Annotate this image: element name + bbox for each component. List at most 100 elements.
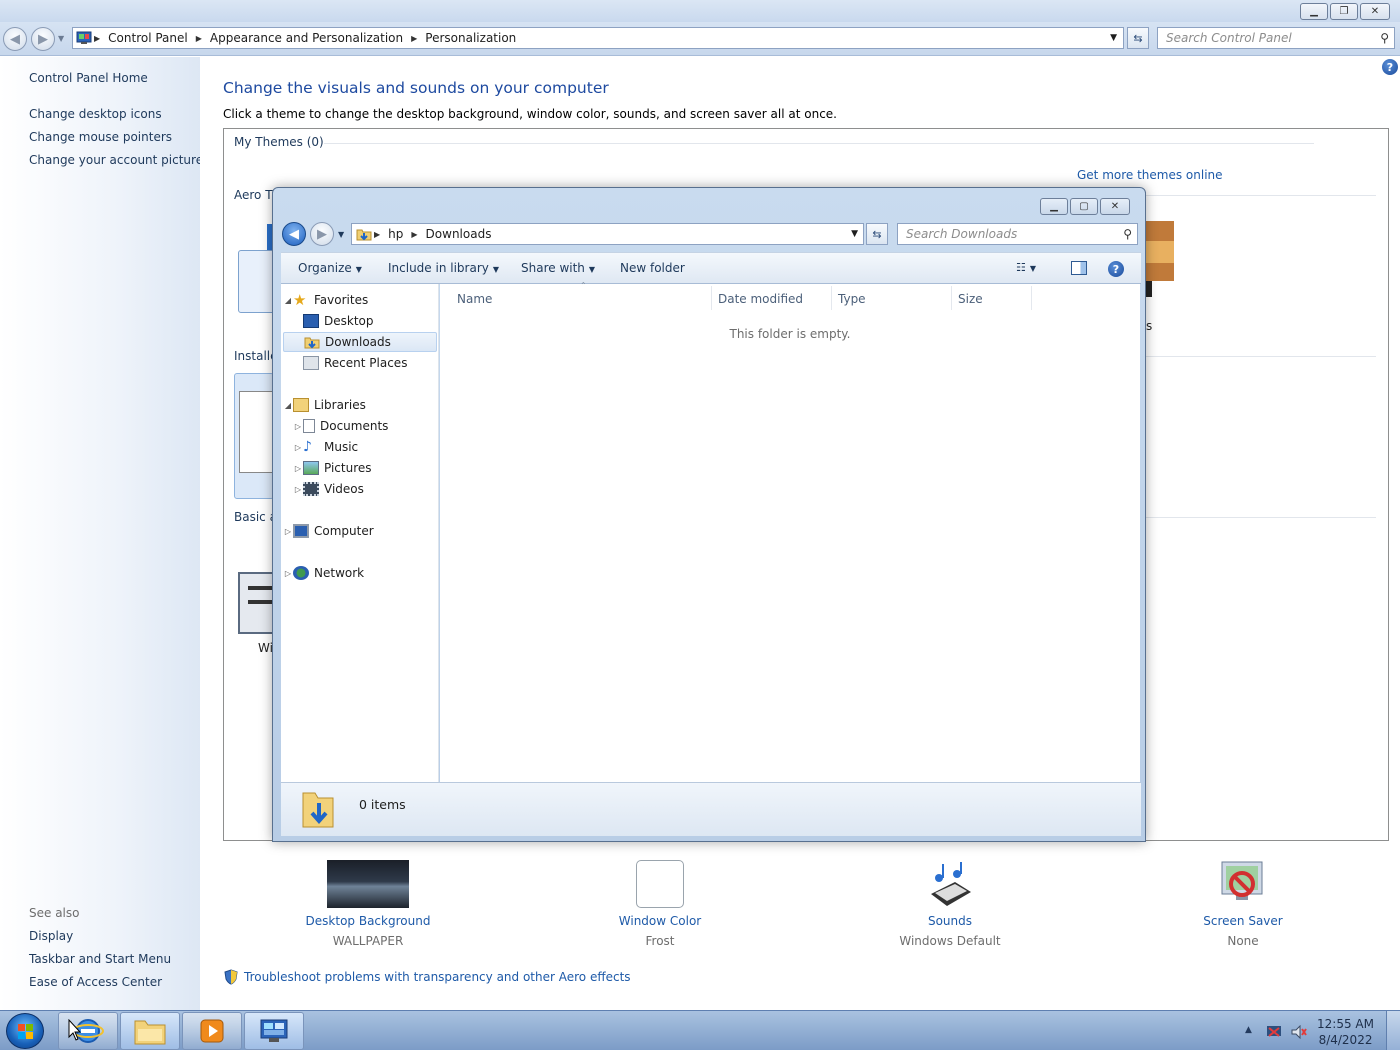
preview-pane-icon[interactable] bbox=[1071, 261, 1087, 275]
nav-libraries[interactable]: ◢ Libraries bbox=[283, 395, 366, 415]
nav-music[interactable]: ▷ ♪ Music bbox=[293, 437, 358, 457]
new-folder-button[interactable]: New folder bbox=[620, 261, 685, 275]
expand-arrow-icon[interactable]: ▷ bbox=[293, 485, 303, 494]
change-view-button[interactable]: ☷ ▼ bbox=[1016, 261, 1036, 274]
ease-of-access-link[interactable]: Ease of Access Center bbox=[29, 975, 162, 989]
view-list-icon: ☷ bbox=[1016, 261, 1026, 274]
expand-arrow-icon[interactable]: ▷ bbox=[283, 527, 293, 536]
refresh-button[interactable]: ⇆ bbox=[1127, 27, 1149, 49]
column-size[interactable]: Size bbox=[958, 292, 983, 306]
network-status-icon[interactable] bbox=[1266, 1025, 1282, 1042]
expand-arrow-icon[interactable]: ▷ bbox=[283, 569, 293, 578]
group-divider bbox=[1146, 356, 1376, 357]
nav-computer[interactable]: ▷ Computer bbox=[283, 521, 374, 541]
volume-muted-icon[interactable] bbox=[1291, 1024, 1307, 1042]
explorer-help-icon[interactable]: ? bbox=[1108, 261, 1124, 277]
libraries-icon bbox=[293, 398, 309, 412]
column-divider[interactable] bbox=[1031, 286, 1032, 310]
file-list[interactable]: ⌃ Name Date modified Type Size This fold… bbox=[440, 281, 1140, 782]
taskbar-media-player[interactable] bbox=[182, 1012, 242, 1050]
forward-button[interactable]: ▶ bbox=[31, 27, 55, 51]
change-mouse-pointers-link[interactable]: Change mouse pointers bbox=[29, 130, 172, 144]
nav-favorites[interactable]: ◢ ★ Favorites bbox=[283, 290, 368, 310]
sounds-icon bbox=[931, 862, 971, 906]
show-desktop-button[interactable] bbox=[1386, 1011, 1400, 1050]
restore-button[interactable]: ❐ bbox=[1330, 3, 1358, 20]
explorer-address-bar[interactable]: ▶ hp ▶ Downloads ▼ bbox=[351, 223, 864, 245]
close-button[interactable]: ✕ bbox=[1360, 3, 1390, 20]
display-link[interactable]: Display bbox=[29, 929, 73, 943]
expand-arrow-icon[interactable]: ▷ bbox=[293, 464, 303, 473]
column-name[interactable]: Name bbox=[457, 292, 492, 306]
start-button[interactable] bbox=[6, 1013, 44, 1049]
expand-arrow-icon[interactable]: ▷ bbox=[293, 443, 303, 452]
desktop-background-setting[interactable]: Desktop Background WALLPAPER bbox=[283, 860, 453, 948]
clock[interactable]: 12:55 AM 8/4/2022 bbox=[1317, 1016, 1374, 1048]
explorer-maximize-button[interactable]: ▢ bbox=[1070, 198, 1098, 215]
column-divider[interactable] bbox=[831, 286, 832, 310]
window-color-setting[interactable]: Window Color Frost bbox=[575, 860, 745, 948]
search-control-panel-input[interactable]: Search Control Panel ⚲ bbox=[1157, 27, 1395, 49]
search-icon[interactable]: ⚲ bbox=[1123, 227, 1132, 241]
column-date-modified[interactable]: Date modified bbox=[718, 292, 803, 306]
sounds-label[interactable]: Sounds bbox=[865, 914, 1035, 928]
taskbar-windows-explorer[interactable] bbox=[120, 1012, 180, 1050]
control-panel-home-link[interactable]: Control Panel Home bbox=[29, 71, 148, 85]
column-type[interactable]: Type bbox=[838, 292, 866, 306]
empty-folder-message: This folder is empty. bbox=[729, 327, 851, 341]
recent-locations-dropdown-icon[interactable]: ▼ bbox=[338, 230, 344, 239]
breadcrumb-downloads[interactable]: Downloads bbox=[420, 227, 498, 241]
explorer-window[interactable]: ▁ ▢ ✕ ◀ ▶ ▼ ▶ hp ▶ Downloads ▼ ⇆ Search … bbox=[272, 187, 1146, 842]
breadcrumb-control-panel[interactable]: Control Panel bbox=[102, 31, 194, 45]
minimize-button[interactable]: ▁ bbox=[1300, 3, 1328, 20]
taskbar-start-menu-link[interactable]: Taskbar and Start Menu bbox=[29, 952, 171, 966]
search-downloads-input[interactable]: Search Downloads ⚲ bbox=[897, 223, 1138, 245]
address-bar[interactable]: ▶ Control Panel ▶ Appearance and Persona… bbox=[72, 27, 1124, 49]
share-with-button[interactable]: Share with ▼ bbox=[521, 261, 595, 275]
screen-saver-label[interactable]: Screen Saver bbox=[1158, 914, 1328, 928]
window-color-label[interactable]: Window Color bbox=[575, 914, 745, 928]
search-icon[interactable]: ⚲ bbox=[1380, 31, 1389, 45]
explorer-refresh-button[interactable]: ⇆ bbox=[866, 223, 888, 245]
nav-favorites-label: Favorites bbox=[314, 293, 369, 307]
nav-recent-places[interactable]: Recent Places bbox=[293, 353, 407, 373]
window-color-value: Frost bbox=[645, 934, 675, 948]
expand-arrow-icon[interactable]: ▷ bbox=[293, 422, 303, 431]
organize-button[interactable]: Organize ▼ bbox=[298, 261, 362, 275]
breadcrumb-personalization[interactable]: Personalization bbox=[419, 31, 522, 45]
address-dropdown-icon[interactable]: ▼ bbox=[1110, 33, 1117, 43]
show-hidden-icons-icon[interactable]: ▲ bbox=[1245, 1025, 1252, 1035]
nav-downloads[interactable]: Downloads bbox=[283, 332, 437, 352]
get-more-themes-link[interactable]: Get more themes online bbox=[1077, 168, 1223, 182]
change-account-picture-link[interactable]: Change your account picture bbox=[29, 153, 203, 167]
address-dropdown-icon[interactable]: ▼ bbox=[851, 229, 858, 239]
change-desktop-icons-link[interactable]: Change desktop icons bbox=[29, 107, 162, 121]
recent-pages-dropdown-icon[interactable]: ▼ bbox=[58, 34, 64, 43]
nav-documents[interactable]: ▷ Documents bbox=[293, 416, 388, 436]
screen-saver-setting[interactable]: Screen Saver None bbox=[1158, 860, 1328, 948]
explorer-minimize-button[interactable]: ▁ bbox=[1040, 198, 1068, 215]
nav-videos[interactable]: ▷ Videos bbox=[293, 479, 364, 499]
basic-theme-thumbnail[interactable] bbox=[238, 572, 274, 634]
column-divider[interactable] bbox=[711, 286, 712, 310]
explorer-forward-button[interactable]: ▶ bbox=[310, 222, 334, 246]
troubleshoot-link[interactable]: Troubleshoot problems with transparency … bbox=[244, 970, 631, 984]
column-divider[interactable] bbox=[951, 286, 952, 310]
sounds-setting[interactable]: Sounds Windows Default bbox=[865, 860, 1035, 948]
collapse-arrow-icon[interactable]: ◢ bbox=[283, 401, 293, 410]
desktop-background-label[interactable]: Desktop Background bbox=[283, 914, 453, 928]
nav-pictures[interactable]: ▷ Pictures bbox=[293, 458, 372, 478]
collapse-arrow-icon[interactable]: ◢ bbox=[283, 296, 293, 305]
back-arrow-icon: ◀ bbox=[10, 31, 20, 47]
breadcrumb-hp[interactable]: hp bbox=[382, 227, 409, 241]
include-in-library-button[interactable]: Include in library ▼ bbox=[388, 261, 499, 275]
taskbar-internet-explorer[interactable] bbox=[58, 1012, 118, 1050]
nav-desktop[interactable]: Desktop bbox=[293, 311, 374, 331]
breadcrumb-appearance[interactable]: Appearance and Personalization bbox=[204, 31, 409, 45]
explorer-back-button[interactable]: ◀ bbox=[282, 222, 306, 246]
taskbar-control-panel[interactable] bbox=[244, 1012, 304, 1050]
explorer-close-button[interactable]: ✕ bbox=[1100, 198, 1130, 215]
help-icon[interactable]: ? bbox=[1382, 59, 1398, 75]
back-button[interactable]: ◀ bbox=[3, 27, 27, 51]
nav-network[interactable]: ▷ Network bbox=[283, 563, 364, 583]
